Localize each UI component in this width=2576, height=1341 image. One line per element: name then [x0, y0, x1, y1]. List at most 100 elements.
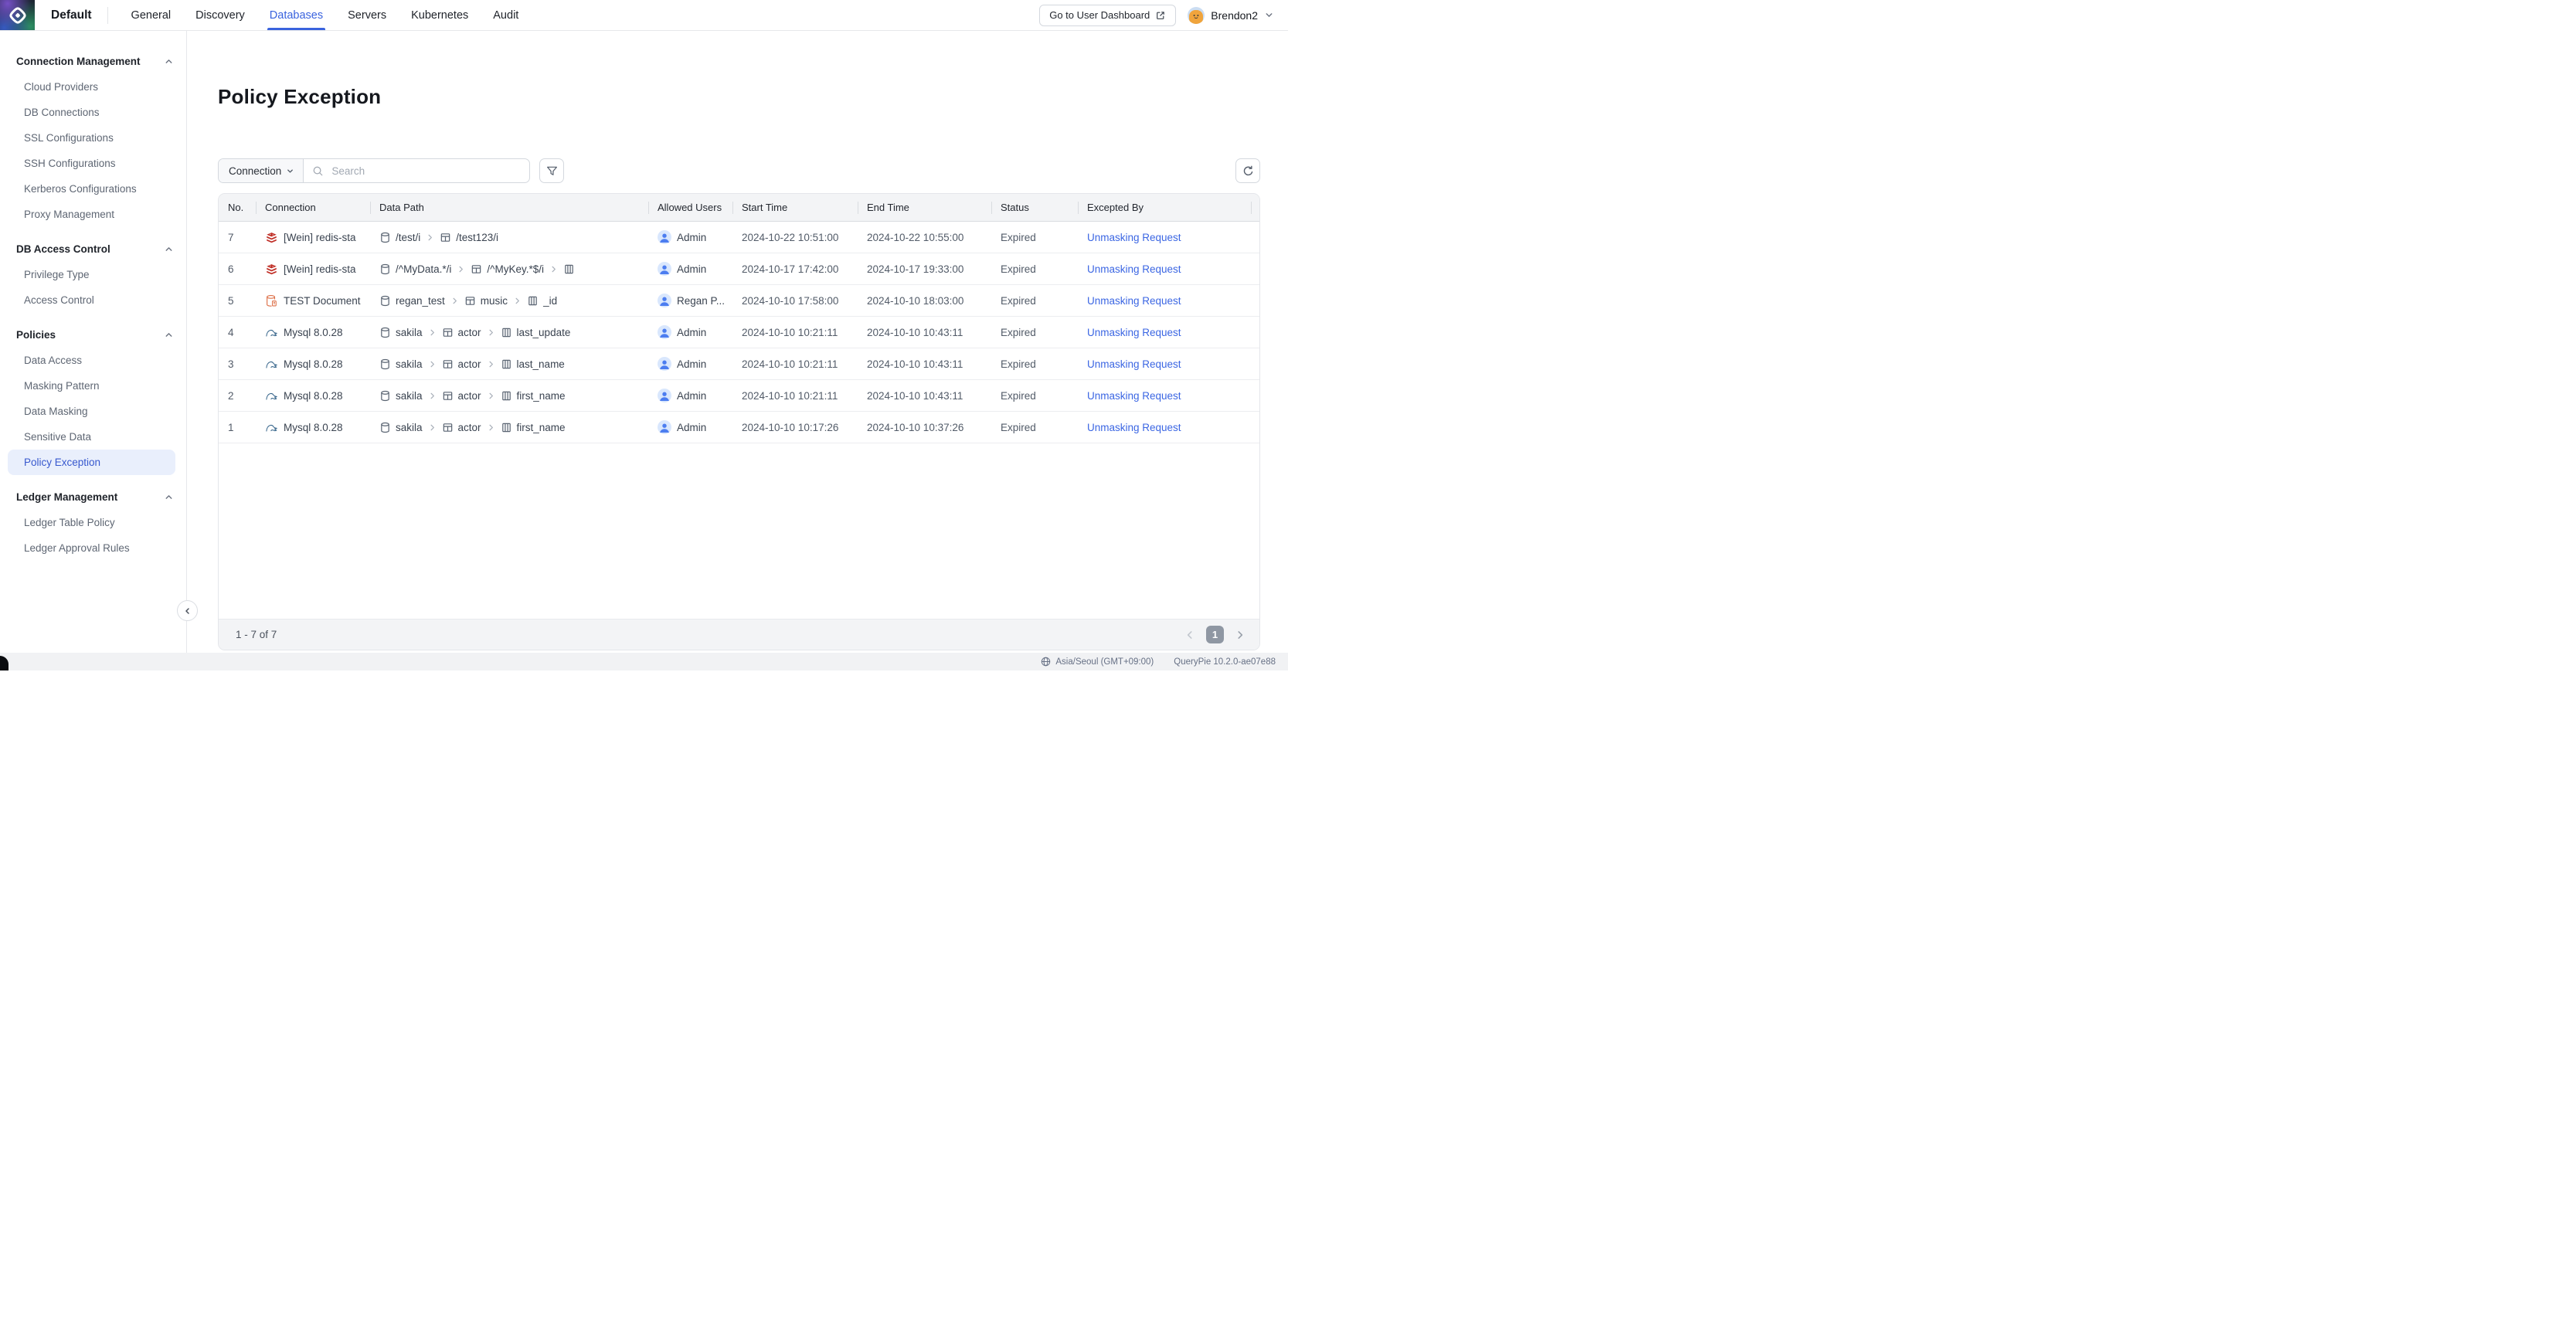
allowed-user-name: Admin	[677, 232, 706, 243]
breadcrumb-chevron-icon	[457, 265, 465, 273]
sidebar-item-masking-pattern[interactable]: Masking Pattern	[8, 373, 175, 399]
avatar	[1188, 7, 1205, 24]
chevron-up-icon	[164, 244, 174, 254]
topbar-divider	[107, 7, 108, 24]
filter-button[interactable]	[539, 158, 564, 183]
column-icon	[501, 358, 512, 370]
sidebar-section: Connection ManagementCloud ProvidersDB C…	[0, 48, 186, 227]
section-db-access-control[interactable]: DB Access Control	[0, 236, 186, 262]
tab-audit[interactable]: Audit	[493, 0, 518, 30]
unmasking-request-link[interactable]: Unmasking Request	[1087, 263, 1181, 275]
account-menu[interactable]: Brendon2	[1188, 7, 1274, 24]
table-row[interactable]: 5TEST Documentregan_testmusic_idRegan P.…	[219, 285, 1259, 317]
connection-name: Mysql 8.0.28	[284, 422, 343, 433]
tab-kubernetes[interactable]: Kubernetes	[411, 0, 468, 30]
sidebar-item-data-masking[interactable]: Data Masking	[8, 399, 175, 424]
table-row[interactable]: 4Mysql 8.0.28sakilaactorlast_updateAdmin…	[219, 317, 1259, 348]
data-path-cell: /^MyData.*/i /^MyKey.*$/i	[370, 263, 648, 275]
status-cell: Expired	[991, 422, 1078, 433]
unmasking-request-link[interactable]: Unmasking Request	[1087, 390, 1181, 402]
path-segment: /^MyData.*/i	[396, 263, 451, 275]
sidebar-item-ledger-table-policy[interactable]: Ledger Table Policy	[8, 510, 175, 535]
column-icon	[501, 327, 512, 338]
start-time-cell: 2024-10-22 10:51:00	[732, 232, 858, 243]
path-segment: /test/i	[396, 232, 420, 243]
section-ledger-management[interactable]: Ledger Management	[0, 484, 186, 510]
path-segment: /^MyKey.*$/i	[487, 263, 544, 275]
section-connection-management[interactable]: Connection Management	[0, 48, 186, 74]
end-time-cell: 2024-10-10 10:43:11	[858, 390, 991, 402]
table-row[interactable]: 2Mysql 8.0.28sakilaactorfirst_nameAdmin2…	[219, 380, 1259, 412]
column-icon	[527, 295, 539, 307]
table-icon	[442, 358, 454, 370]
next-page-button[interactable]	[1231, 626, 1249, 644]
row-number-cell: 6	[219, 263, 256, 275]
column-header-start-time: Start Time	[732, 202, 858, 214]
data-path-cell: sakilaactorlast_name	[370, 358, 648, 370]
connection-cell: Mysql 8.0.28	[256, 421, 370, 434]
unmasking-request-link[interactable]: Unmasking Request	[1087, 295, 1181, 307]
refresh-button[interactable]	[1235, 158, 1260, 183]
go-to-user-dashboard-button[interactable]: Go to User Dashboard	[1039, 5, 1176, 26]
chevron-up-icon	[164, 56, 174, 66]
search-input[interactable]	[330, 165, 521, 178]
tab-general[interactable]: General	[131, 0, 172, 30]
unmasking-request-link[interactable]: Unmasking Request	[1087, 232, 1181, 243]
connection-name: Mysql 8.0.28	[284, 390, 343, 402]
database-icon	[379, 232, 391, 243]
row-number-cell: 7	[219, 232, 256, 243]
section-policies[interactable]: Policies	[0, 321, 186, 348]
breadcrumb-chevron-icon	[487, 423, 495, 432]
sidebar-collapse-button[interactable]	[177, 600, 198, 621]
sidebar-item-cloud-providers[interactable]: Cloud Providers	[8, 74, 175, 100]
excepted-by-cell: Unmasking Request	[1078, 295, 1259, 307]
unmasking-request-link[interactable]: Unmasking Request	[1087, 358, 1181, 370]
sidebar-item-ssh-configurations[interactable]: SSH Configurations	[8, 151, 175, 176]
path-segment: _id	[543, 295, 557, 307]
data-path-cell: sakilaactorlast_update	[370, 327, 648, 338]
connection-name: [Wein] redis-sta	[284, 232, 356, 243]
end-time-cell: 2024-10-10 10:43:11	[858, 358, 991, 370]
sidebar-item-kerberos-configurations[interactable]: Kerberos Configurations	[8, 176, 175, 202]
user-avatar-icon	[658, 420, 671, 434]
unmasking-request-link[interactable]: Unmasking Request	[1087, 422, 1181, 433]
allowed-user-name: Admin	[677, 358, 706, 370]
start-time-cell: 2024-10-10 10:21:11	[732, 390, 858, 402]
path-segment: first_name	[517, 390, 566, 402]
app-logo[interactable]	[0, 0, 35, 30]
sidebar-item-sensitive-data[interactable]: Sensitive Data	[8, 424, 175, 450]
search-field-select[interactable]: Connection	[219, 159, 304, 182]
sidebar-item-policy-exception[interactable]: Policy Exception	[8, 450, 175, 475]
sidebar-item-privilege-type[interactable]: Privilege Type	[8, 262, 175, 287]
prev-page-button[interactable]	[1181, 626, 1199, 644]
sidebar-item-proxy-management[interactable]: Proxy Management	[8, 202, 175, 227]
section-title: Ledger Management	[16, 491, 117, 503]
sidebar-item-ledger-approval-rules[interactable]: Ledger Approval Rules	[8, 535, 175, 561]
start-time-cell: 2024-10-17 17:42:00	[732, 263, 858, 275]
row-number-cell: 1	[219, 422, 256, 433]
breadcrumb-chevron-icon	[428, 360, 437, 368]
path-segment: actor	[458, 327, 481, 338]
workspace-name[interactable]: Default	[51, 8, 92, 22]
unmasking-request-link[interactable]: Unmasking Request	[1087, 327, 1181, 338]
sidebar-item-access-control[interactable]: Access Control	[8, 287, 175, 313]
data-path-cell: regan_testmusic_id	[370, 295, 648, 307]
tab-discovery[interactable]: Discovery	[195, 0, 245, 30]
table-row[interactable]: 6[Wein] redis-sta/^MyData.*/i/^MyKey.*$/…	[219, 253, 1259, 285]
tab-databases[interactable]: Databases	[270, 0, 323, 30]
page-1-button[interactable]: 1	[1206, 626, 1224, 643]
table-row[interactable]: 7[Wein] redis-sta/test/i/test123/iAdmin2…	[219, 222, 1259, 253]
column-header-no: No.	[219, 202, 256, 214]
sidebar-section: DB Access ControlPrivilege TypeAccess Co…	[0, 236, 186, 313]
table-footer: 1 - 7 of 7 1	[219, 619, 1259, 650]
chevron-up-icon	[164, 330, 174, 340]
sidebar-item-data-access[interactable]: Data Access	[8, 348, 175, 373]
path-segment: last_update	[517, 327, 571, 338]
allowed-users-cell: Admin	[648, 325, 732, 339]
username: Brendon2	[1211, 9, 1258, 22]
table-row[interactable]: 3Mysql 8.0.28sakilaactorlast_nameAdmin20…	[219, 348, 1259, 380]
tab-servers[interactable]: Servers	[348, 0, 386, 30]
sidebar-item-db-connections[interactable]: DB Connections	[8, 100, 175, 125]
sidebar-item-ssl-configurations[interactable]: SSL Configurations	[8, 125, 175, 151]
table-row[interactable]: 1Mysql 8.0.28sakilaactorfirst_nameAdmin2…	[219, 412, 1259, 443]
